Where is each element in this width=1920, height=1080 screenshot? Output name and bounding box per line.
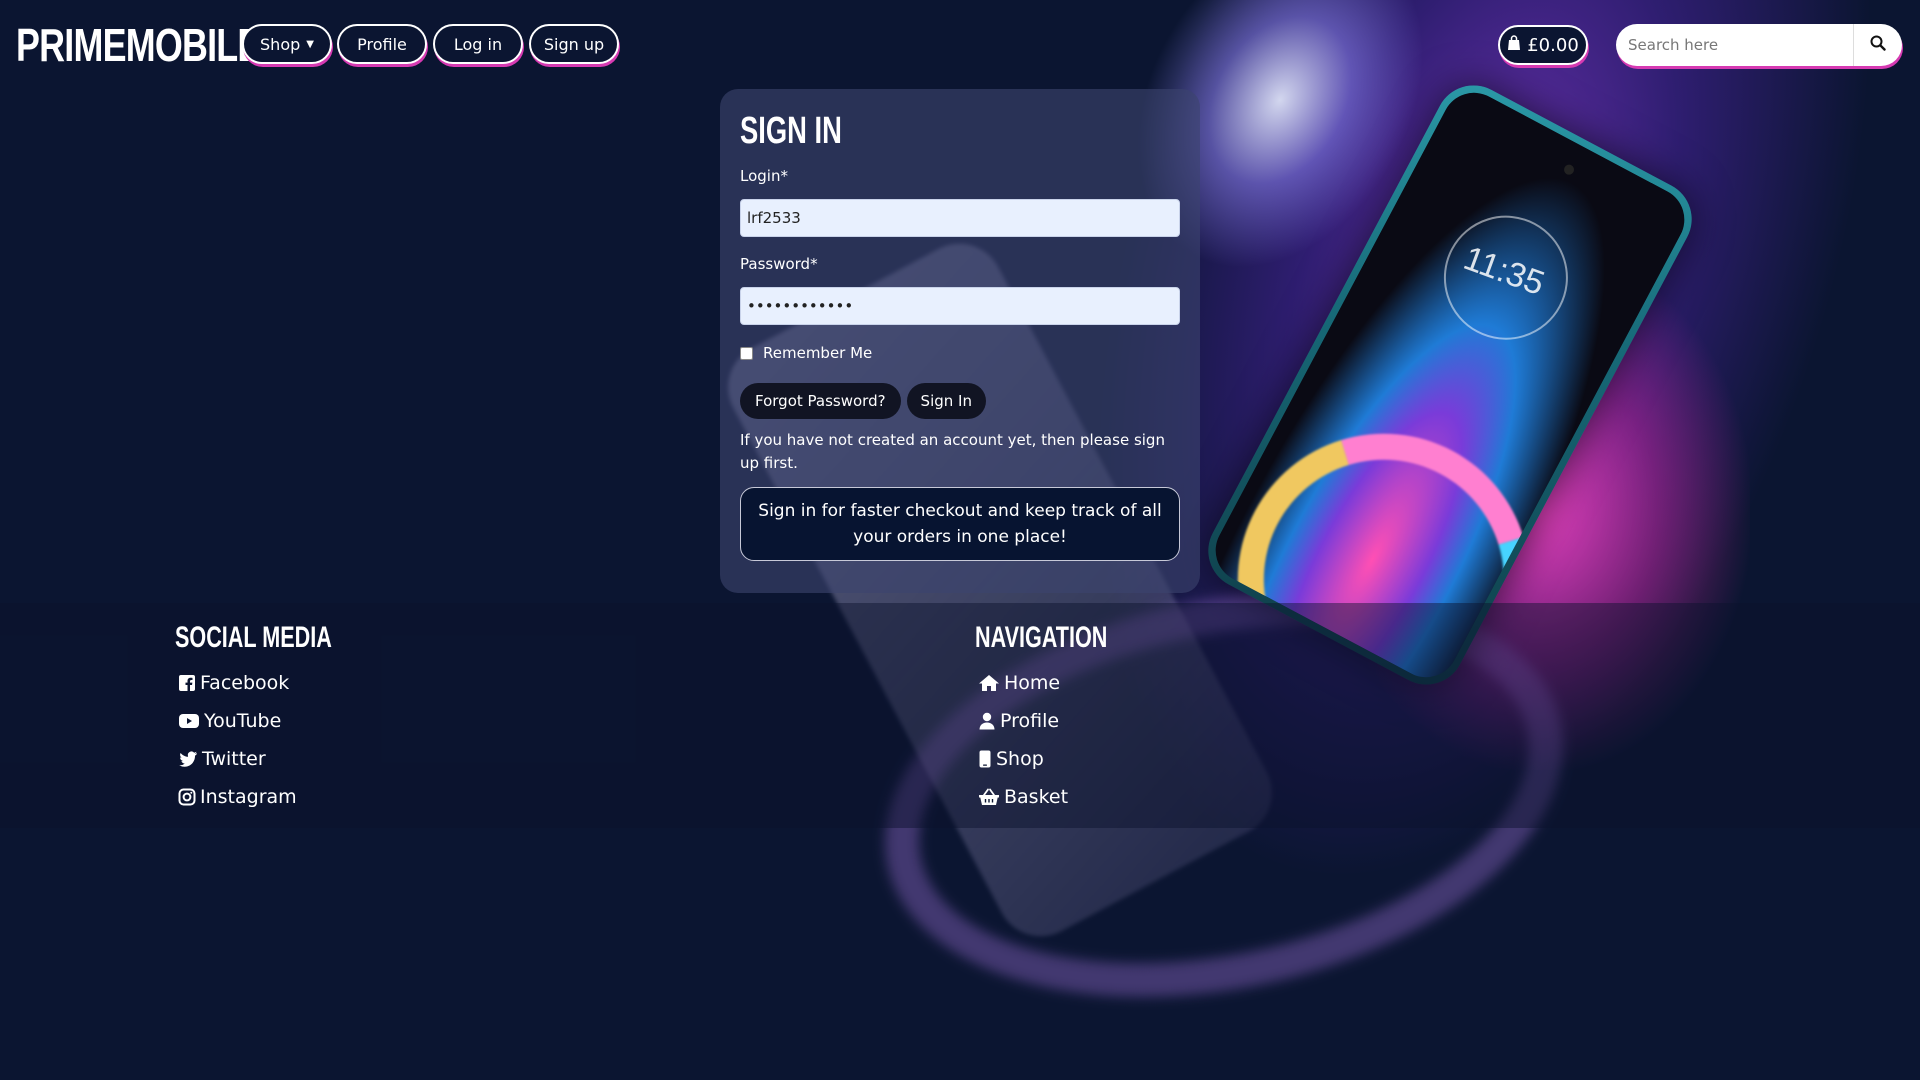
home-icon	[978, 674, 1000, 692]
search-icon	[1870, 35, 1886, 55]
login-label: Login*	[740, 167, 788, 185]
login-label: Log in	[453, 34, 503, 54]
remember-me-label: Remember Me	[763, 344, 873, 362]
login-input[interactable]	[740, 199, 1180, 237]
footer-profile-link[interactable]: Profile	[975, 702, 1159, 740]
shopping-bag-icon	[1507, 35, 1521, 55]
forgot-password-button[interactable]: Forgot Password?	[740, 383, 901, 419]
search-input[interactable]	[1616, 25, 1853, 65]
password-input[interactable]	[740, 287, 1180, 325]
user-icon	[978, 712, 996, 730]
remember-me-checkbox[interactable]	[740, 346, 753, 360]
brand-logo[interactable]: PRIMEMOBILE	[16, 18, 261, 72]
signin-actions: Forgot Password? Sign In	[740, 383, 1180, 419]
twitter-label: Twitter	[202, 748, 266, 770]
signin-benefits-text: Sign in for faster checkout and keep tra…	[758, 501, 1162, 547]
youtube-icon	[178, 712, 200, 730]
cart-total: £0.00	[1527, 34, 1579, 56]
footer-shop-label: Shop	[996, 748, 1044, 770]
signup-hint: If you have not created an account yet, …	[740, 431, 1165, 472]
youtube-label: YouTube	[204, 710, 282, 732]
instagram-link[interactable]: Instagram	[175, 778, 393, 816]
signup-button[interactable]: Sign up	[529, 24, 619, 64]
login-button[interactable]: Log in	[433, 24, 523, 64]
signup-label: Sign up	[543, 34, 605, 54]
instagram-label: Instagram	[200, 786, 297, 808]
basket-icon	[978, 788, 1000, 806]
footer-basket-link[interactable]: Basket	[975, 778, 1159, 816]
footer-social: SOCIAL MEDIA Facebook YouTube Twitter In…	[175, 620, 393, 816]
footer-navigation: NAVIGATION Home Profile Shop Basket	[975, 620, 1159, 816]
password-label: Password*	[740, 255, 818, 273]
youtube-link[interactable]: YouTube	[175, 702, 393, 740]
social-media-heading: SOCIAL MEDIA	[175, 621, 332, 654]
caret-down-icon: ▼	[306, 38, 314, 50]
search-bar	[1616, 24, 1902, 66]
instagram-icon	[178, 788, 196, 806]
signin-title: SIGN IN	[740, 110, 842, 152]
footer-profile-label: Profile	[1000, 710, 1060, 732]
footer-shop-link[interactable]: Shop	[975, 740, 1159, 778]
cart-button[interactable]: £0.00	[1498, 25, 1588, 65]
profile-button[interactable]: Profile	[337, 24, 427, 64]
signin-benefits-box: Sign in for faster checkout and keep tra…	[740, 487, 1180, 561]
mobile-icon	[978, 750, 992, 768]
navbar: PRIMEMOBILE Shop ▼ Profile Log in Sign u…	[0, 0, 1920, 88]
footer-home-label: Home	[1004, 672, 1061, 694]
shop-dropdown-button[interactable]: Shop ▼	[242, 24, 332, 64]
search-button[interactable]	[1853, 24, 1902, 66]
signin-submit-button[interactable]: Sign In	[906, 383, 986, 419]
profile-label: Profile	[357, 34, 407, 54]
facebook-icon	[178, 674, 196, 692]
facebook-label: Facebook	[200, 672, 290, 694]
facebook-link[interactable]: Facebook	[175, 664, 393, 702]
twitter-link[interactable]: Twitter	[175, 740, 393, 778]
footer-home-link[interactable]: Home	[975, 664, 1159, 702]
remember-me-row: Remember Me	[740, 343, 1180, 363]
phone-camera	[1562, 162, 1576, 177]
navigation-heading: NAVIGATION	[975, 621, 1108, 654]
shop-label: Shop	[260, 34, 301, 54]
signin-card: SIGN IN Login* Password* Remember Me For…	[720, 89, 1200, 593]
footer-basket-label: Basket	[1004, 786, 1069, 808]
twitter-icon	[178, 750, 198, 768]
